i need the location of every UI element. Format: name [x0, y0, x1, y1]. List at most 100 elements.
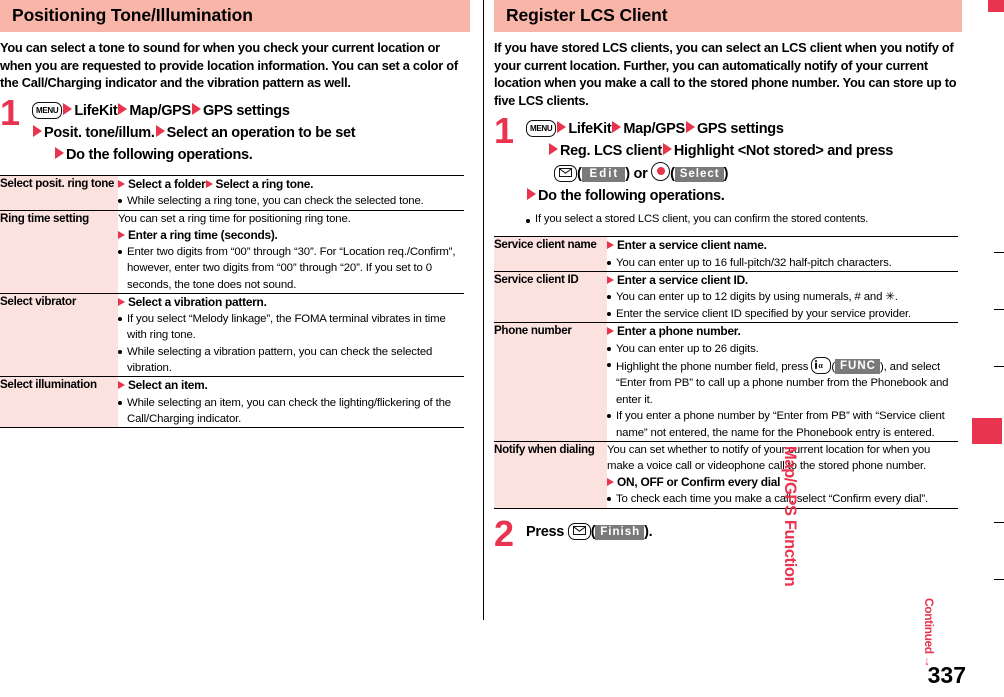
- left-step-1-line-2: Posit. tone/illum. Select an operation to…: [32, 122, 464, 144]
- row-label: Select illumination: [0, 376, 118, 429]
- arrow-icon: [191, 102, 201, 115]
- row-lead: You can set a ring time for positioning …: [118, 212, 351, 225]
- left-step-1-line-1: MENU LifeKit Map/GPS GPS settings: [32, 100, 464, 122]
- row-bullet: While selecting a ring tone, you can che…: [118, 193, 464, 209]
- bold-step: Select a ring tone.: [215, 176, 314, 191]
- table-row: Service client ID Enter a service client…: [494, 270, 958, 323]
- arrow-icon: [607, 478, 614, 487]
- right-step-1-highlight: Highlight <Not stored> and press: [673, 142, 894, 159]
- mail-key-icon[interactable]: [567, 522, 591, 540]
- mail-key-icon[interactable]: [554, 164, 577, 182]
- left-column: Positioning Tone/Illumination You can se…: [0, 0, 470, 429]
- right-step-1-line-4: Do the following operations.: [526, 185, 958, 207]
- right-options-table: Service client name Enter a service clie…: [494, 236, 958, 509]
- left-step-1-line-3: Do the following operations.: [32, 144, 464, 166]
- softkey-finish[interactable]: Finish: [595, 524, 645, 540]
- row-bullet: You can enter up to 26 digits.: [607, 341, 958, 357]
- left-step-1: 1 MENU LifeKit Map/GPS GPS settings Posit. …: [0, 94, 464, 166]
- row-label: Select posit. ring tone: [0, 174, 118, 211]
- right-step-1-gpssettings: GPS settings: [696, 120, 784, 137]
- arrow-icon: [549, 142, 558, 155]
- row-label: Phone number: [494, 322, 607, 442]
- continued-label: Continued→: [922, 598, 936, 667]
- arrow-icon: [607, 241, 614, 250]
- step-2-suffix: ).: [644, 523, 653, 540]
- paren-close: ): [723, 165, 729, 182]
- right-step-2-line: Press (Finish).: [526, 521, 958, 543]
- row-bold-steps: Enter a service client ID.: [607, 272, 958, 289]
- func-key-icon[interactable]: α: [811, 357, 832, 375]
- edge-rule: [994, 309, 1004, 310]
- row-bold-steps: Select a vibration pattern.: [118, 294, 464, 311]
- softkey-select[interactable]: Select: [674, 166, 724, 182]
- left-step-1-posit-tone: Posit. tone/illum.: [44, 124, 155, 141]
- row-body: Enter a phone number. You can enter up t…: [607, 322, 958, 442]
- left-step-1-number: 1: [0, 91, 20, 133]
- arrow-icon: [685, 120, 695, 133]
- right-step-1-number: 1: [494, 109, 514, 151]
- right-step-1: 1 MENU LifeKit Map/GPS GPS settings Reg. LC…: [494, 112, 958, 228]
- arrow-icon: [55, 146, 64, 159]
- column-divider: [483, 0, 484, 620]
- row-body: Enter a service client name. You can ent…: [607, 236, 958, 272]
- arrow-icon: [63, 102, 73, 115]
- arrow-icon: [118, 102, 128, 115]
- left-intro-text: You can select a tone to sound for when …: [0, 39, 458, 91]
- left-step-1-gpssettings: GPS settings: [202, 102, 290, 119]
- left-step-1-do-following: Do the following operations.: [66, 146, 253, 163]
- row-bold-steps: Enter a phone number.: [607, 323, 958, 340]
- left-step-1-mapgps: Map/GPS: [129, 102, 191, 119]
- arrow-icon: [118, 381, 125, 390]
- right-step-2-number: 2: [494, 512, 514, 554]
- arrow-icon: [557, 120, 567, 133]
- row-bullet: Enter the service client ID specified by…: [607, 306, 958, 322]
- arrow-icon: [607, 275, 614, 284]
- bold-step: Enter a ring time (seconds).: [128, 227, 278, 242]
- table-row: Notify when dialing You can set whether …: [494, 440, 958, 509]
- arrow-icon: [527, 187, 536, 200]
- right-step-1-line-1: MENU LifeKit Map/GPS GPS settings: [526, 118, 958, 140]
- table-row: Select illumination Select an item. Whil…: [0, 376, 464, 429]
- row-bullet: You can enter up to 16 full-pitch/32 hal…: [607, 255, 958, 271]
- right-step-1-line-2: Reg. LCS client Highlight <Not stored> an…: [526, 140, 958, 162]
- side-tab-marker: [972, 418, 1002, 444]
- row-body: Select a vibration pattern. If you selec…: [118, 292, 464, 377]
- svg-text:α: α: [819, 361, 824, 369]
- left-step-1-select-op: Select an operation to be set: [166, 124, 356, 141]
- row-bullet: If you select “Melody linkage”, the FOMA…: [118, 311, 464, 343]
- side-top-marker: [988, 0, 1004, 12]
- table-row: Phone number Enter a phone number. You c…: [494, 322, 958, 442]
- edge-rule: [994, 366, 1004, 367]
- right-step-1-mapgps: Map/GPS: [623, 120, 685, 137]
- row-bullet: While selecting an item, you can check t…: [118, 395, 464, 427]
- row-bullet: Enter two digits from “00” through “30”.…: [118, 244, 464, 293]
- sidebar-chapter-label: Map/GPS Function: [781, 446, 799, 587]
- right-section-header: Register LCS Client: [494, 0, 962, 32]
- right-step-1-lifekit: LifeKit: [568, 120, 612, 137]
- row-label: Notify when dialing: [494, 440, 607, 509]
- center-key-icon[interactable]: [651, 161, 671, 181]
- softkey-edit[interactable]: Edit: [581, 166, 626, 182]
- bold-step: Select a folder: [128, 176, 206, 191]
- row-bold-steps: Enter a service client name.: [607, 237, 958, 254]
- bold-step: Select an item.: [128, 378, 208, 393]
- row-body: Select a folder Select a ring tone. While…: [118, 174, 464, 211]
- menu-key-icon[interactable]: MENU: [526, 119, 557, 137]
- arrow-icon: [607, 327, 614, 336]
- right-step-1-note: If you select a stored LCS client, you c…: [526, 212, 958, 228]
- left-section-header: Positioning Tone/Illumination: [0, 0, 470, 32]
- arrow-icon: [118, 179, 125, 188]
- bold-step: Enter a service client ID.: [617, 272, 748, 287]
- table-row: Select vibrator Select a vibration patte…: [0, 292, 464, 377]
- row-label: Ring time setting: [0, 209, 118, 294]
- menu-key-icon[interactable]: MENU: [32, 101, 63, 119]
- row-body: Enter a service client ID. You can enter…: [607, 270, 958, 323]
- arrow-icon: [612, 120, 622, 133]
- row-bullet: You can enter up to 12 digits by using n…: [607, 289, 958, 305]
- softkey-func[interactable]: FUNC: [835, 359, 880, 375]
- arrow-icon: [33, 124, 42, 137]
- or-separator: ) or: [625, 165, 652, 182]
- right-step-1-do-following: Do the following operations.: [538, 187, 725, 204]
- table-row: Select posit. ring tone Select a folder S…: [0, 174, 464, 211]
- table-row: Ring time setting You can set a ring tim…: [0, 209, 464, 294]
